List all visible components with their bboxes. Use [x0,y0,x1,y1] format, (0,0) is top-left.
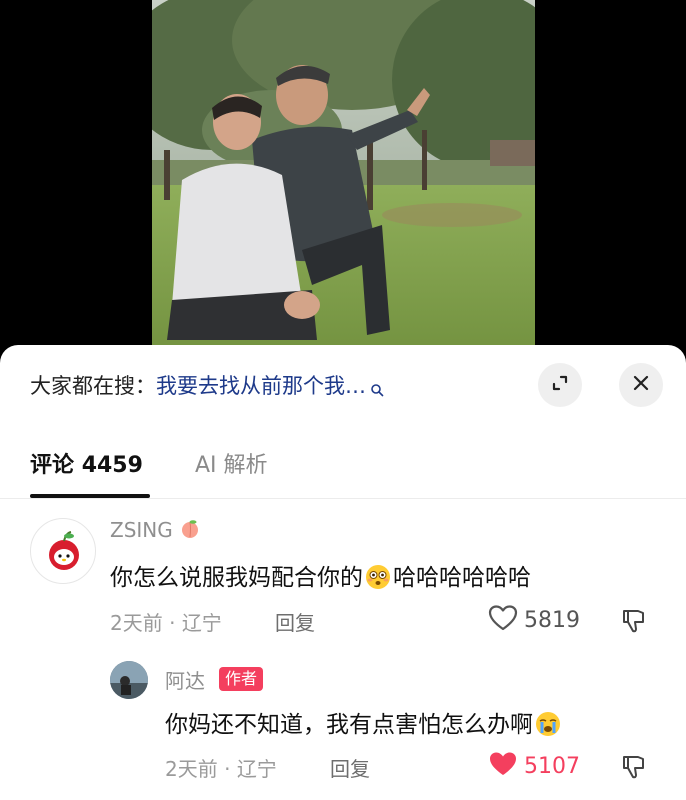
comment-sheet: 大家都在搜： 我要去找从前那个我… 评论 4459 AI 解析 ZSING 你怎… [0,345,686,800]
video-frame [152,0,535,380]
video-player[interactable] [0,0,686,380]
thumbs-down-icon [620,756,648,785]
search-suggestion-term[interactable]: 我要去找从前那个我… [156,370,366,400]
reply-avatar-image [110,661,148,699]
close-button[interactable] [619,363,663,407]
comment-meta: 2天前 · 辽宁 [110,607,222,636]
expand-button[interactable] [538,363,582,407]
search-suggestion[interactable]: 大家都在搜： 我要去找从前那个我… [30,367,384,403]
reply-button[interactable]: 回复 [275,607,315,636]
like-count: 5107 [524,753,580,779]
reply-text[interactable]: 你妈还不知道，我有点害怕怎么办啊 [165,705,563,739]
dislike-button[interactable] [620,607,648,635]
comment-time: 2天前 [110,611,163,635]
comment-text-part: 你怎么说服我妈配合你的 [110,565,363,591]
tab-ai-analysis[interactable]: AI 解析 [195,447,268,479]
reply-text-part: 你妈还不知道，我有点害怕怎么办啊 [165,712,533,738]
apple-mascot-icon [49,531,79,570]
tab-comments-count: 4459 [81,453,143,478]
active-tab-indicator [30,494,150,498]
heart-filled-icon [488,750,518,782]
reply-time: 2天前 [165,757,218,781]
like-button[interactable]: 5107 [488,751,580,781]
peach-emoji-icon [179,518,201,542]
close-icon [632,374,650,396]
search-icon [370,378,384,397]
tab-comments[interactable]: 评论 4459 [30,447,143,479]
meta-separator: · [224,757,237,781]
reply-avatar[interactable] [110,661,148,699]
author-badge: 作者 [219,667,264,691]
thumbs-down-icon [620,610,648,639]
comment-username[interactable]: ZSING [110,518,201,542]
comment-username-text: ZSING [110,518,173,542]
like-button[interactable]: 5819 [488,605,580,635]
search-suggestion-prefix: 大家都在搜： [30,374,156,398]
reply-meta: 2天前 · 辽宁 [165,753,277,782]
expand-icon [550,373,570,397]
reply-username[interactable]: 阿达 [165,665,205,694]
meta-separator: · [169,611,182,635]
avatar[interactable] [30,518,96,584]
reply-button[interactable]: 回复 [330,753,370,782]
crying-face-emoji-icon [535,711,561,737]
flushed-face-emoji-icon [365,564,391,590]
like-count: 5819 [524,607,580,633]
tab-comments-label: 评论 [30,453,75,478]
comment-location: 辽宁 [181,611,222,635]
heart-outline-icon [488,604,518,636]
dislike-button[interactable] [620,753,648,781]
tab-bar: 评论 4459 AI 解析 [0,435,686,499]
video-thumbnail-image [152,0,535,380]
comment-text-part: 哈哈哈哈哈哈 [393,565,531,591]
comment-text[interactable]: 你怎么说服我妈配合你的 哈哈哈哈哈哈 [110,558,531,592]
reply-location: 辽宁 [236,757,277,781]
